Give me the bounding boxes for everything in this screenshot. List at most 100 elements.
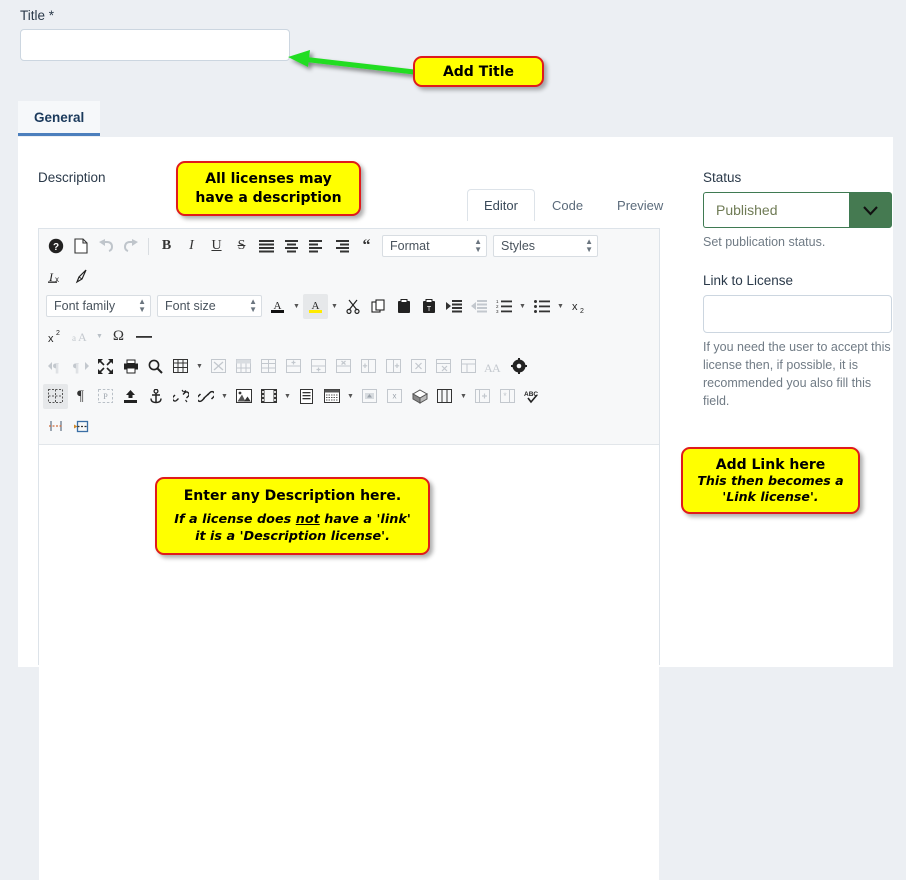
search-icon[interactable] [143,354,168,379]
ltr-icon[interactable]: ¶ [43,354,68,379]
font-size-select[interactable]: Font size ▲ ▼ [157,295,262,317]
callout-enter-line2: If a license does not have a 'link' [161,511,424,528]
cut-icon[interactable] [341,294,366,319]
insert-row-above-icon[interactable] [281,354,306,379]
blockquote-icon[interactable]: “ [354,234,379,259]
upload-icon[interactable] [118,384,143,409]
image-icon[interactable] [231,384,256,409]
background-color-icon[interactable]: A [303,293,328,319]
styles-select[interactable]: Styles ▲ ▼ [493,235,598,257]
insert-row-below-icon[interactable] [306,354,331,379]
table-row-icon[interactable] [256,354,281,379]
table-settings-icon[interactable] [506,354,531,379]
horizontal-rule-icon[interactable] [131,324,156,349]
merge-cells-icon[interactable] [431,354,456,379]
show-blocks-icon[interactable] [43,383,68,409]
delete-table-icon[interactable] [206,354,231,379]
copy-icon[interactable] [366,294,391,319]
spinner-icon: ▲ ▼ [249,297,257,314]
split-cell-icon[interactable] [456,354,481,379]
insert-after-icon[interactable]: * [495,384,520,409]
change-case-caret[interactable]: ▼ [93,324,106,349]
table-caret[interactable]: ▼ [193,354,206,379]
font-family-value: Font family [54,299,116,313]
text-color-icon[interactable]: A [265,294,290,319]
placeholder-icon[interactable]: P [93,384,118,409]
columns-caret[interactable]: ▼ [457,384,470,409]
align-right-icon[interactable] [329,234,354,259]
undo-icon[interactable] [93,234,118,259]
editor-tab-preview[interactable]: Preview [600,189,680,221]
subscript-icon[interactable]: x2 [567,294,592,319]
link-caret[interactable]: ▼ [218,384,231,409]
status-select[interactable]: Published [703,192,892,228]
help-icon[interactable]: ? [43,234,68,259]
paint-format-icon[interactable] [68,264,93,289]
toolbar-row-3: Font family ▲ ▼ Font size ▲ ▼ A ▼ A ▼ T … [43,291,655,321]
delete-row-icon[interactable] [331,354,356,379]
tab-general[interactable]: General [18,101,101,136]
cell-properties-icon[interactable] [357,384,382,409]
redo-icon[interactable] [118,234,143,259]
superscript-icon[interactable]: x2 [43,324,68,349]
template-icon[interactable] [319,384,344,409]
print-icon[interactable] [118,354,143,379]
insert-column-right-icon[interactable] [381,354,406,379]
outdent-icon[interactable] [466,294,491,319]
anchor-icon[interactable] [143,384,168,409]
paste-text-icon[interactable]: T [416,294,441,319]
table-header-icon[interactable] [231,354,256,379]
change-case-icon[interactable]: aA [68,324,93,349]
editor-tab-code[interactable]: Code [535,189,600,221]
columns-icon[interactable] [432,384,457,409]
table-resize-icon[interactable] [43,414,68,439]
background-color-caret[interactable]: ▼ [328,294,341,319]
align-left-icon[interactable] [304,234,329,259]
underline-icon[interactable]: U [204,234,229,259]
styles-select-value: Styles [501,239,536,253]
rtl-icon[interactable]: ¶ [68,354,93,379]
editor-tab-editor[interactable]: Editor [467,189,535,221]
media-caret[interactable]: ▼ [281,384,294,409]
title-input[interactable] [20,29,290,61]
indent-icon[interactable] [441,294,466,319]
bullet-list-caret[interactable]: ▼ [554,294,567,319]
link-to-license-input[interactable] [703,295,892,333]
template-caret[interactable]: ▼ [344,384,357,409]
align-center-icon[interactable] [279,234,304,259]
fullscreen-icon[interactable] [93,354,118,379]
table-icon[interactable] [168,354,193,379]
chevron-down-icon[interactable] [849,192,892,228]
spellcheck-icon[interactable]: ABC [520,384,545,409]
link-icon[interactable] [193,384,218,409]
insert-column-left-icon[interactable] [356,354,381,379]
strikethrough-icon[interactable]: S [229,234,254,259]
italic-icon[interactable]: I [179,234,204,259]
insert-before-icon[interactable] [470,384,495,409]
bullet-list-icon[interactable] [529,294,554,319]
spinner-icon: ▲ ▼ [474,237,482,254]
special-character-icon[interactable]: Ω [106,324,131,349]
media-icon[interactable] [256,384,281,409]
new-document-icon[interactable] [68,234,93,259]
code-block-icon[interactable]: x [382,384,407,409]
remove-format-icon[interactable]: Ix [43,264,68,289]
frame-icon[interactable] [68,414,93,439]
numbered-list-icon[interactable]: 123 [491,294,516,319]
delete-column-icon[interactable] [406,354,431,379]
layers-icon[interactable] [407,384,432,409]
callout-link-line3: 'Link license'. [722,488,819,504]
font-family-select[interactable]: Font family ▲ ▼ [46,295,151,317]
paragraph-icon[interactable]: ¶ [68,384,93,409]
callout-enter-line1: Enter any Description here. [183,487,402,504]
align-justify-icon[interactable] [254,234,279,259]
unlink-icon[interactable] [168,384,193,409]
bold-icon[interactable]: B [154,234,179,259]
paste-icon[interactable] [391,294,416,319]
table-style-icon[interactable]: AA [481,354,506,379]
format-select[interactable]: Format ▲ ▼ [382,235,487,257]
status-label: Status [703,170,742,185]
numbered-list-caret[interactable]: ▼ [516,294,529,319]
page-break-icon[interactable] [294,384,319,409]
text-color-caret[interactable]: ▼ [290,294,303,319]
